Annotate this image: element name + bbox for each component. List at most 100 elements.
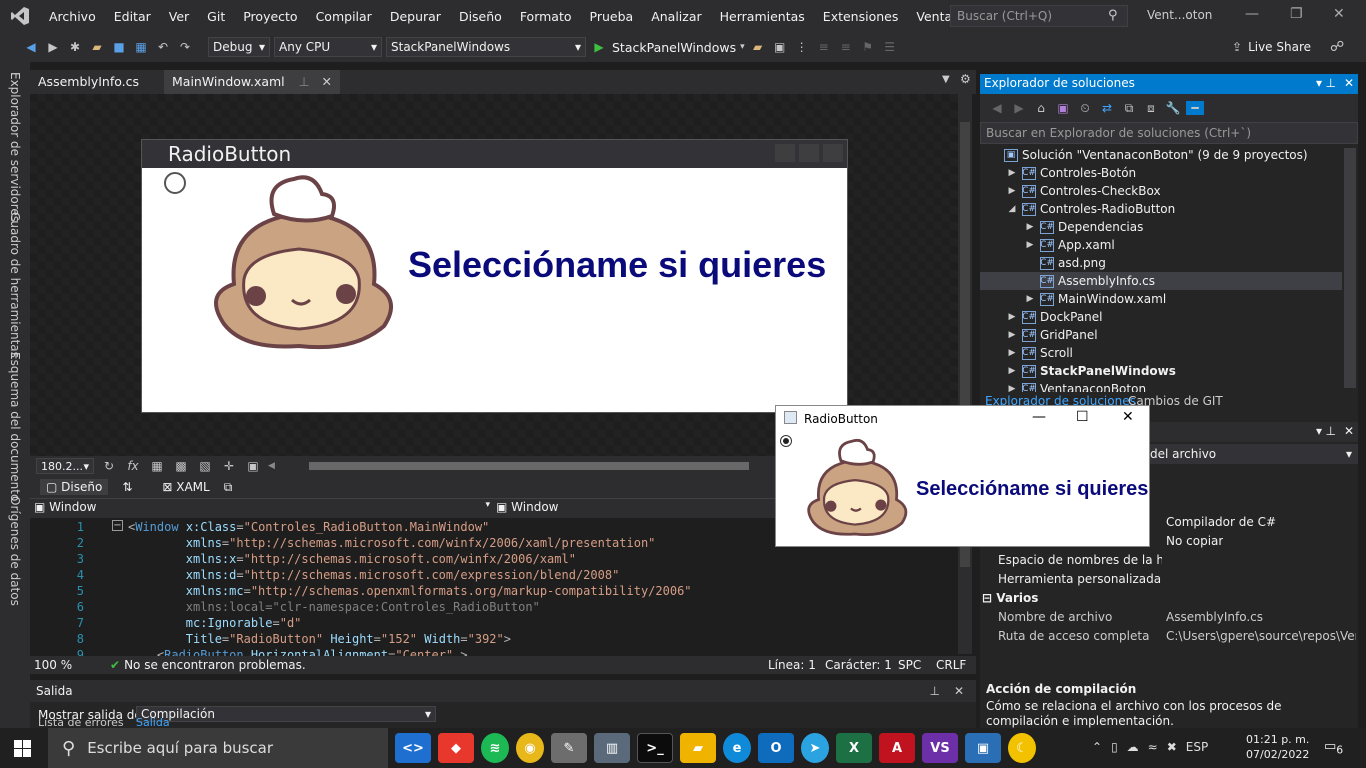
expand-arrow-icon[interactable]: ▶ bbox=[1006, 186, 1018, 196]
tab-assemblyinfo[interactable]: AssemblyInfo.cs bbox=[30, 70, 147, 94]
menu-prueba[interactable]: Prueba bbox=[581, 9, 643, 24]
tab-document-outline[interactable]: Esquema del documento bbox=[8, 352, 22, 501]
taskbar-clock[interactable]: 01:21 p. m. 07/02/2022 bbox=[1246, 732, 1309, 762]
menu-diseño[interactable]: Diseño bbox=[450, 9, 511, 24]
new-project-icon[interactable]: ✱ bbox=[66, 40, 84, 54]
configuration-select[interactable]: Debug ▾ bbox=[208, 37, 270, 57]
device-icon[interactable]: ▣ bbox=[244, 459, 262, 473]
maximize-icon[interactable]: ❐ bbox=[1290, 6, 1303, 22]
popup-radio-button[interactable] bbox=[780, 435, 792, 447]
expand-arrow-icon[interactable]: ▶ bbox=[1006, 168, 1018, 178]
tab-error-list[interactable]: Lista de errores bbox=[38, 718, 124, 728]
excel-icon[interactable]: X bbox=[836, 733, 872, 763]
se-dropdown-icon[interactable]: ▾ bbox=[1316, 76, 1322, 90]
tree-item[interactable]: ▶ C# VentanaconBoton bbox=[1006, 380, 1146, 392]
prop-value[interactable]: AssemblyInfo.cs bbox=[1166, 610, 1356, 628]
tray-usb-icon[interactable]: ▯ bbox=[1111, 740, 1118, 754]
expand-arrow-icon[interactable]: ▶ bbox=[1006, 348, 1018, 358]
edge-icon[interactable]: e bbox=[723, 733, 751, 763]
se-back-icon[interactable]: ◀ bbox=[988, 101, 1006, 115]
tab-xaml[interactable]: ⊠ XAML bbox=[162, 480, 209, 494]
code-line[interactable]: xmlns:d="http://schemas.microsoft.com/ex… bbox=[128, 568, 620, 582]
se-close-icon[interactable]: ✕ bbox=[1344, 76, 1354, 90]
tree-item[interactable]: ▶ C# Controles-CheckBox bbox=[1006, 182, 1161, 200]
code-line[interactable]: Title="RadioButton" Height="152" Width="… bbox=[128, 632, 511, 646]
output-close-icon[interactable]: ✕ bbox=[954, 684, 964, 698]
snap-lines-icon[interactable]: ✛ bbox=[220, 459, 238, 473]
code-line[interactable]: <RadioButton HorizontalAlignment="Center… bbox=[128, 648, 468, 656]
pin-icon[interactable]: ⊥ bbox=[299, 74, 310, 89]
tree-item[interactable]: ▶ C# DockPanel bbox=[1006, 308, 1103, 326]
align-icon[interactable]: ⋮ bbox=[793, 40, 811, 54]
taskbar-search[interactable]: ⚲ Escribe aquí para buscar bbox=[48, 728, 388, 768]
menu-proyecto[interactable]: Proyecto bbox=[234, 9, 306, 24]
search-icon[interactable]: ⚲ bbox=[1108, 8, 1118, 23]
open-icon[interactable]: ▰ bbox=[88, 40, 106, 54]
prop-value[interactable]: Compilador de C# bbox=[1166, 515, 1276, 533]
element-combo-left[interactable]: ▣ Window ▾ bbox=[34, 500, 490, 514]
collapse-region-icon[interactable]: − bbox=[112, 520, 123, 531]
close-icon[interactable]: ✕ bbox=[1333, 6, 1345, 22]
outdent-icon[interactable]: ≡ bbox=[837, 40, 855, 54]
se-pin-icon[interactable]: ⊥ bbox=[1326, 76, 1336, 90]
code-line[interactable]: xmlns="http://schemas.microsoft.com/winf… bbox=[128, 536, 656, 550]
expand-arrow-icon[interactable]: ▶ bbox=[1024, 294, 1036, 304]
code-zoom[interactable]: 100 % bbox=[30, 658, 110, 672]
running-app-window[interactable]: . RadioButton — ☐ ✕ Seleccióname si quie… bbox=[775, 405, 1150, 547]
play-icon[interactable]: ▶ bbox=[590, 40, 608, 54]
menu-archivo[interactable]: Archivo bbox=[40, 9, 105, 24]
spotify-icon[interactable]: ≋ bbox=[481, 733, 509, 763]
notification-icon[interactable]: ▭6 bbox=[1324, 739, 1343, 757]
folder-icon[interactable]: ▰ bbox=[749, 40, 767, 54]
tree-item[interactable]: ▣ Solución "VentanaconBoton" (9 de 9 proy… bbox=[988, 146, 1308, 164]
anydesk-icon[interactable]: ◆ bbox=[438, 733, 474, 763]
expand-arrow-icon[interactable]: ▶ bbox=[1006, 366, 1018, 376]
redo-icon[interactable]: ↷ bbox=[176, 40, 194, 54]
popup-close-icon[interactable]: ✕ bbox=[1122, 409, 1134, 425]
undo-icon[interactable]: ↶ bbox=[154, 40, 172, 54]
tree-item[interactable]: ◢ C# Controles-RadioButton bbox=[1006, 200, 1176, 218]
popup-maximize-icon[interactable]: ☐ bbox=[1076, 409, 1089, 425]
live-share-button[interactable]: ⇪ Live Share bbox=[1232, 40, 1311, 54]
save-all-icon[interactable]: ▦ bbox=[132, 40, 150, 54]
network-app-icon[interactable]: ▥ bbox=[594, 733, 630, 763]
feedback-icon[interactable]: ☍ bbox=[1330, 39, 1344, 55]
popout-icon[interactable]: ⧉ bbox=[224, 480, 233, 495]
paint-icon[interactable]: ✎ bbox=[551, 733, 587, 763]
menu-ver[interactable]: Ver bbox=[160, 9, 198, 24]
tray-volume-icon[interactable]: ✖ bbox=[1167, 740, 1177, 754]
tree-item[interactable]: ▶ C# StackPanelWindows bbox=[1006, 362, 1176, 380]
props-pin-icon[interactable]: ⊥ bbox=[1326, 424, 1336, 438]
switch-views-icon[interactable]: ▣ bbox=[1054, 101, 1072, 115]
menu-git[interactable]: Git bbox=[198, 9, 234, 24]
bookmark-icon[interactable]: ⚑ bbox=[859, 40, 877, 54]
menu-extensiones[interactable]: Extensiones bbox=[814, 9, 908, 24]
expand-arrow-icon[interactable]: ▶ bbox=[1006, 384, 1018, 392]
platform-select[interactable]: Any CPU ▾ bbox=[274, 37, 382, 57]
tab-toolbox[interactable]: Cuadro de herramientas bbox=[8, 212, 22, 358]
expand-arrow-icon[interactable]: ▶ bbox=[1006, 330, 1018, 340]
chrome-icon[interactable]: ◉ bbox=[516, 733, 544, 763]
tray-chevron-icon[interactable]: ⌃ bbox=[1092, 740, 1102, 754]
tab-design[interactable]: ▢ Diseño bbox=[40, 479, 109, 495]
prop-value[interactable]: No copiar bbox=[1166, 534, 1223, 552]
expand-arrow-icon[interactable]: ▶ bbox=[1006, 312, 1018, 322]
tree-item[interactable]: C# asd.png bbox=[1024, 254, 1106, 272]
home-icon[interactable]: ⌂ bbox=[1032, 101, 1050, 115]
settings-gear-icon[interactable]: ⚙ bbox=[960, 72, 971, 86]
terminal-icon[interactable]: >_ bbox=[637, 733, 673, 763]
tree-item[interactable]: C# AssemblyInfo.cs bbox=[980, 272, 1342, 290]
se-search-input[interactable]: Buscar en Explorador de soluciones (Ctrl… bbox=[980, 122, 1358, 144]
code-line[interactable]: xmlns:x="http://schemas.microsoft.com/wi… bbox=[128, 552, 576, 566]
popup-minimize-icon[interactable]: — bbox=[1032, 409, 1046, 425]
tab-dropdown-icon[interactable]: ▼ bbox=[942, 74, 950, 85]
back-icon[interactable]: ◀ bbox=[22, 40, 40, 54]
designer-radio-circle[interactable] bbox=[164, 172, 186, 194]
run-button[interactable]: StackPanelWindows bbox=[612, 40, 736, 55]
search-input[interactable]: Buscar (Ctrl+Q) bbox=[950, 5, 1128, 27]
visual-studio-taskbar-icon[interactable]: VS bbox=[922, 733, 958, 763]
preview-icon[interactable]: ━ bbox=[1186, 101, 1204, 115]
tree-item[interactable]: ▶ C# App.xaml bbox=[1024, 236, 1115, 254]
sync-icon[interactable]: ⇄ bbox=[1098, 101, 1116, 115]
menu-editar[interactable]: Editar bbox=[105, 9, 160, 24]
